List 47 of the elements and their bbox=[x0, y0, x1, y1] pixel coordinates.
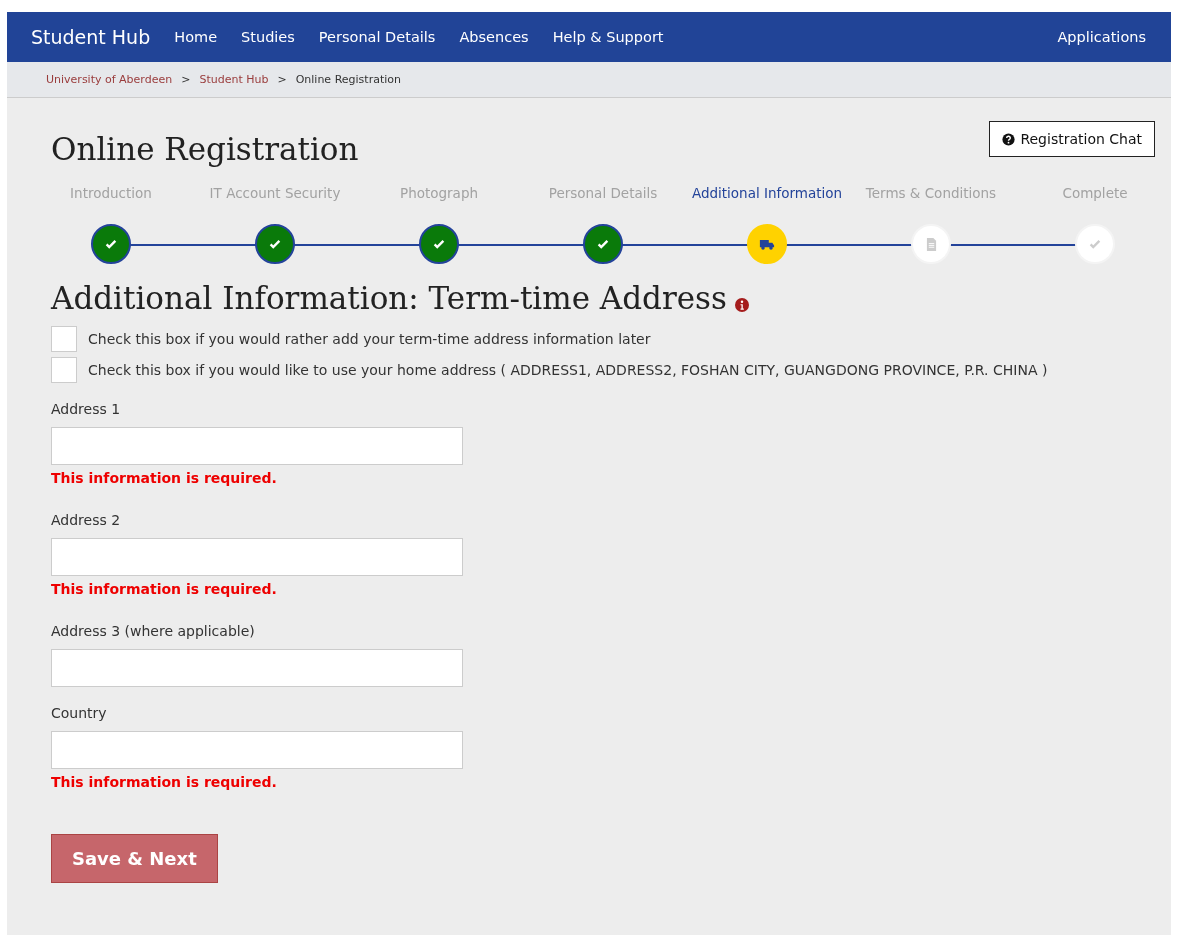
step-label: Introduction bbox=[69, 185, 153, 201]
nav-link[interactable]: Personal Details bbox=[318, 29, 436, 45]
checkbox[interactable] bbox=[51, 357, 77, 383]
input-field[interactable] bbox=[51, 538, 463, 576]
breadcrumb-separator: > bbox=[181, 73, 191, 86]
registration-chat-button[interactable]: Registration Chat bbox=[989, 121, 1155, 157]
save-next-button[interactable]: Save & Next bbox=[51, 834, 218, 883]
field-label: Country bbox=[51, 705, 107, 721]
field-label: Address 2 bbox=[51, 512, 121, 528]
input-field[interactable] bbox=[51, 427, 463, 465]
field-label: Address 3 (where applicable) bbox=[51, 623, 255, 639]
step-label: Additional Information bbox=[690, 185, 844, 201]
field-label: Address 1 bbox=[51, 401, 121, 417]
applications-link[interactable]: Applications bbox=[1057, 29, 1146, 45]
step-label: Personal Details bbox=[547, 185, 659, 201]
question-icon bbox=[1002, 132, 1016, 146]
step-label: IT Account Security bbox=[208, 185, 342, 201]
section-title-text: Additional Information: Term-time Address bbox=[51, 280, 727, 316]
document-icon bbox=[925, 237, 937, 251]
check-icon bbox=[596, 237, 610, 251]
breadcrumb-link[interactable]: Student Hub bbox=[199, 73, 269, 86]
step-label: Terms & Conditions bbox=[864, 185, 998, 201]
brand-link[interactable]: Student Hub bbox=[31, 26, 151, 48]
input-field[interactable] bbox=[51, 649, 463, 687]
check-icon bbox=[268, 237, 282, 251]
checkbox-label: Check this box if you would like to use your home address ( ADDRESS1, ADDRESS2, FOSHAN CITY, GUANGDONG PROVINCE, P.R. CHINA ) bbox=[88, 362, 1048, 378]
checkbox[interactable] bbox=[51, 326, 77, 352]
nav-link[interactable]: Help & Support bbox=[552, 29, 664, 45]
nav-link[interactable]: Home bbox=[174, 29, 218, 45]
truck-icon bbox=[759, 237, 775, 251]
step-label: Complete bbox=[1061, 185, 1129, 201]
info-icon[interactable] bbox=[734, 298, 749, 312]
breadcrumb-link[interactable]: University of Aberdeen bbox=[46, 73, 173, 86]
checkbox-label: Check this box if you would rather add your term-time address information later bbox=[88, 331, 651, 347]
input-field[interactable] bbox=[51, 731, 463, 769]
breadcrumb-separator: > bbox=[277, 73, 287, 86]
error-message: This information is required. bbox=[51, 581, 277, 597]
error-message: This information is required. bbox=[51, 774, 277, 790]
check-icon bbox=[1088, 237, 1102, 251]
current-page-title: Online Registration bbox=[295, 73, 401, 86]
check-icon bbox=[432, 237, 446, 251]
error-message: This information is required. bbox=[51, 470, 277, 486]
nav-link[interactable]: Studies bbox=[241, 29, 295, 45]
step-label: Photograph bbox=[399, 185, 479, 201]
page-title: Online Registration bbox=[51, 131, 359, 167]
check-icon bbox=[104, 237, 118, 251]
nav-link[interactable]: Absences bbox=[459, 29, 529, 45]
